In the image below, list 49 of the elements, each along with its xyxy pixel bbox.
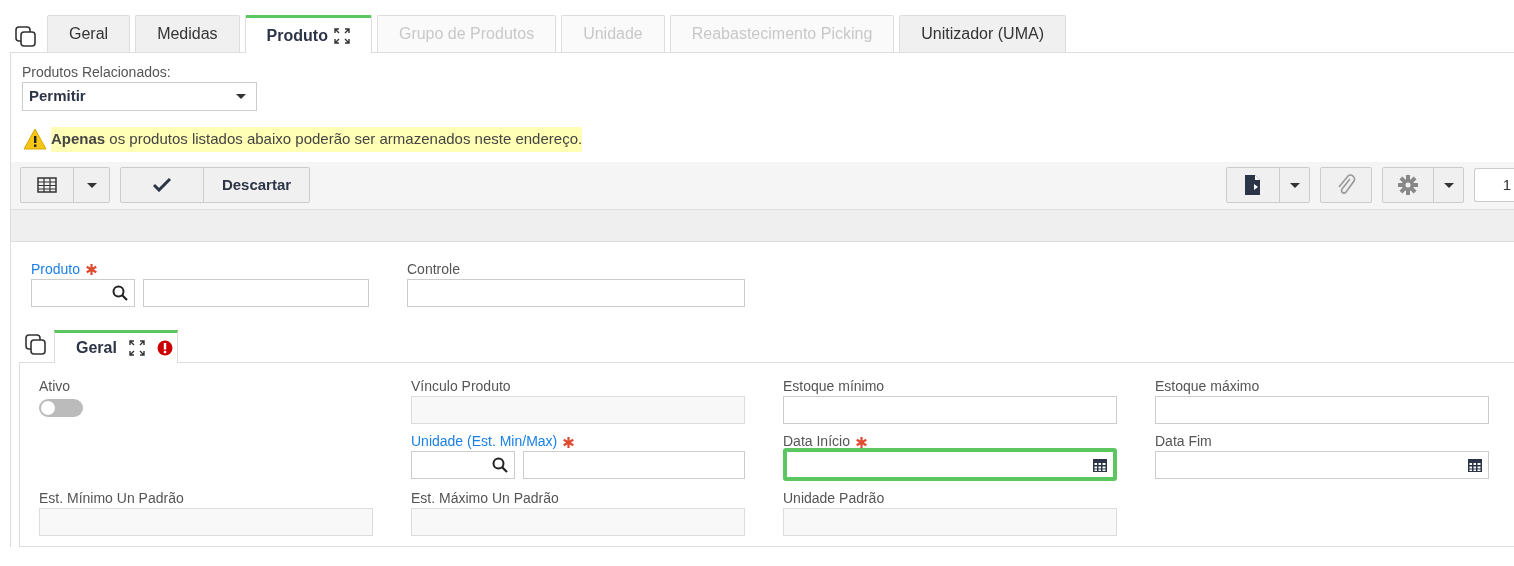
field-label: Controle	[407, 260, 460, 277]
tab[interactable]: Produto	[244, 15, 372, 53]
date-field[interactable]	[783, 448, 1117, 482]
calendar-icon	[1093, 457, 1107, 472]
field-label: Ativo	[39, 377, 71, 394]
settings-icon	[1398, 175, 1418, 196]
caret-icon	[236, 94, 246, 100]
tab[interactable]: Medidas	[135, 15, 240, 52]
field-label: Est. Máximo Un Padrão	[411, 490, 559, 507]
input-field[interactable]	[783, 396, 1117, 425]
calendar-icon	[1468, 458, 1482, 473]
check-icon	[153, 178, 171, 193]
page-number[interactable]: 1	[1474, 168, 1514, 203]
field-label: Vínculo Produto	[411, 377, 511, 394]
field-label: Est. Mínimo Un Padrão	[39, 490, 184, 507]
date-field[interactable]	[1155, 451, 1489, 480]
field-label: Estoque mínimo	[783, 377, 885, 394]
field-label: Estoque máximo	[1155, 377, 1260, 394]
caret-icon	[86, 182, 97, 188]
search-icon	[492, 457, 508, 474]
input-field[interactable]	[143, 278, 369, 307]
caret-icon	[1443, 182, 1454, 188]
paperclip-icon	[1336, 174, 1356, 197]
caret-icon	[1289, 182, 1300, 188]
warning-icon	[23, 128, 47, 151]
field-label: Produto	[31, 260, 81, 277]
input-field[interactable]	[523, 451, 745, 480]
tab[interactable]: Unitizador (UMA)	[899, 15, 1066, 52]
copy-icon	[15, 26, 37, 48]
dropdown[interactable]: Permitir	[22, 82, 257, 112]
expand-icon	[333, 27, 350, 44]
input-field[interactable]	[1155, 396, 1489, 425]
lookup-field[interactable]	[31, 278, 135, 307]
tab[interactable]: Geral	[54, 329, 178, 363]
search-icon	[112, 284, 128, 301]
export-icon	[1245, 175, 1261, 196]
input-field[interactable]	[407, 278, 745, 307]
tab[interactable]: Geral	[47, 15, 131, 52]
copy-icon	[25, 333, 47, 356]
expand-icon	[128, 339, 145, 356]
field-label: Unidade (Est. Min/Max)	[411, 433, 558, 450]
lookup-field[interactable]	[411, 451, 515, 480]
field-label: Unidade Padrão	[783, 490, 885, 507]
field-label: Data Início	[783, 433, 850, 450]
field-label: Produtos Relacionados:	[22, 63, 172, 82]
toggle-switch[interactable]	[39, 399, 83, 418]
grid-icon	[37, 177, 57, 194]
field-label: Data Fim	[1155, 433, 1212, 450]
warning-message: Apenas os produtos listados abaixo poderão ser armazenados neste endereço.	[51, 127, 583, 152]
